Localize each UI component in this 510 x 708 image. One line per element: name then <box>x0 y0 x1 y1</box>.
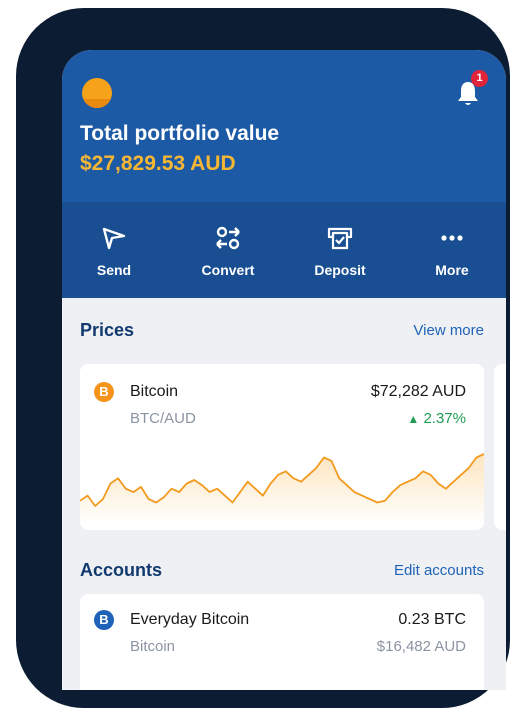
edit-accounts-link[interactable]: Edit accounts <box>394 562 484 579</box>
app-screen: 1 Total portfolio value $27,829.53 AUD S… <box>62 50 506 690</box>
convert-icon <box>216 226 240 250</box>
price-change-value: 2.37% <box>423 410 466 427</box>
send-icon <box>102 227 126 250</box>
account-sub: Bitcoin <box>130 638 176 655</box>
prices-title: Prices <box>80 320 135 340</box>
price-change: ▲ 2.37% <box>407 410 466 427</box>
bitcoin-account-icon: B <box>94 610 114 630</box>
portfolio-header: 1 Total portfolio value $27,829.53 AUD <box>62 50 506 202</box>
account-fiat: $16,482 AUD <box>376 638 466 655</box>
deposit-label: Deposit <box>314 262 366 278</box>
coin-price: $72,282 AUD <box>370 383 466 400</box>
portfolio-value: $27,829.53 AUD <box>80 152 236 175</box>
convert-label: Convert <box>201 262 255 278</box>
view-more-link[interactable]: View more <box>413 322 484 339</box>
price-sparkline <box>80 453 484 524</box>
sparkline-area <box>80 454 484 524</box>
portfolio-label: Total portfolio value <box>80 122 280 145</box>
coin-name: Bitcoin <box>130 383 179 400</box>
deposit-button[interactable]: Deposit <box>290 202 390 298</box>
coin-pair: BTC/AUD <box>130 410 196 427</box>
avatar[interactable] <box>82 78 112 108</box>
more-icon <box>441 235 463 241</box>
next-price-card-peek[interactable] <box>494 364 506 530</box>
bitcoin-coin-icon: B <box>94 382 114 402</box>
account-card[interactable]: B Everyday Bitcoin 0.23 BTC Bitcoin $16,… <box>80 594 484 690</box>
phone-frame: 1 Total portfolio value $27,829.53 AUD S… <box>16 8 510 708</box>
account-name: Everyday Bitcoin <box>130 611 250 628</box>
account-amount: 0.23 BTC <box>398 611 466 628</box>
send-label: Send <box>96 262 132 278</box>
more-label: More <box>435 262 469 278</box>
deposit-icon <box>327 227 353 250</box>
convert-button[interactable]: Convert <box>178 202 278 298</box>
accounts-title: Accounts <box>80 560 163 580</box>
triangle-up-icon: ▲ <box>407 412 420 426</box>
more-button[interactable]: More <box>402 202 502 298</box>
notification-badge: 1 <box>471 70 488 87</box>
send-button[interactable]: Send <box>64 202 164 298</box>
action-bar: Send Convert Deposit More <box>62 202 506 298</box>
bitcoin-price-card[interactable]: B Bitcoin BTC/AUD $72,282 AUD ▲ 2.37% <box>80 364 484 530</box>
